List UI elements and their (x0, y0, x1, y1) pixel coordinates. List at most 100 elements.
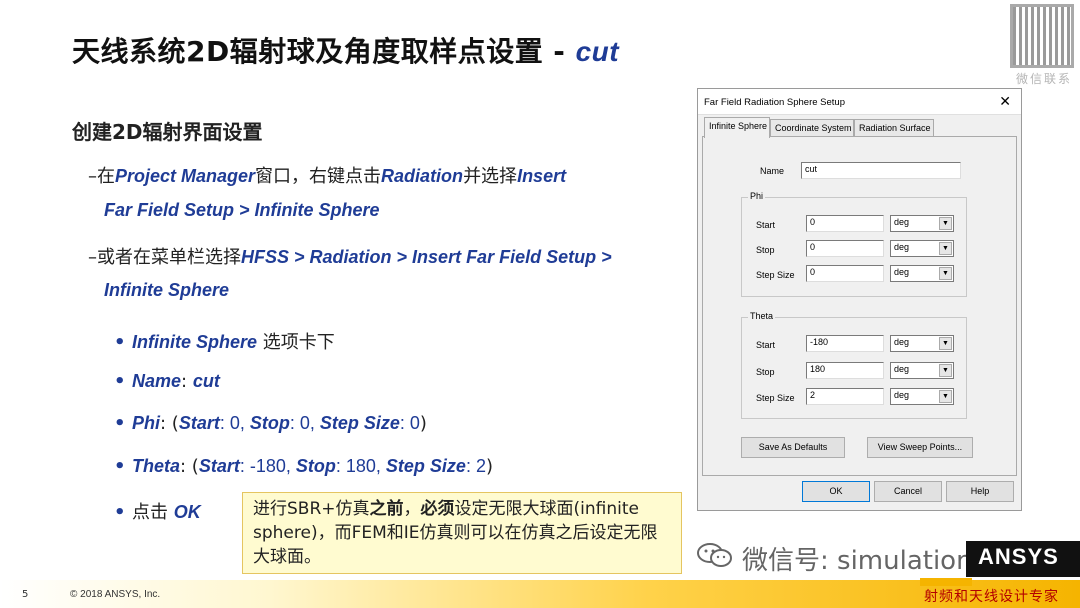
emphasis: 之前 (369, 499, 404, 519)
keyword-far-field-path: Far Field Setup > Infinite Sphere (104, 200, 380, 220)
dropdown-arrow-icon: ▼ (939, 242, 952, 255)
text: 进行SBR+仿真 (253, 499, 370, 519)
bullet-ok: • 点击 OK (114, 498, 201, 524)
title-keyword: cut (575, 36, 620, 67)
phi-stop-label: Stop (756, 245, 775, 255)
phi-stop-unit-select[interactable]: deg ▼ (890, 240, 954, 257)
text: ， (403, 499, 421, 519)
keyword: Theta (132, 456, 181, 476)
value: : 2 (465, 456, 486, 476)
bullet-icon: • (114, 456, 126, 477)
value: : 0, (219, 413, 250, 433)
theta-stop-label: Stop (756, 367, 775, 377)
bullet-icon: • (114, 332, 126, 353)
keyword-insert: Insert (517, 166, 567, 186)
dropdown-arrow-icon: ▼ (939, 267, 952, 280)
select-value: deg (894, 390, 910, 400)
keyword-radiation: Radiation (381, 166, 464, 186)
dropdown-arrow-icon: ▼ (939, 390, 952, 403)
keyword: Start (178, 413, 220, 433)
tab-radiation-surface[interactable]: Radiation Surface (854, 119, 934, 137)
ansys-logo-text: ANSYS (978, 544, 1059, 569)
dropdown-arrow-icon: ▼ (939, 364, 952, 377)
name-input[interactable]: cut (801, 162, 961, 179)
ok-button[interactable]: OK (802, 481, 870, 502)
note-callout: 进行SBR+仿真之前，必须设定无限大球面(infinite sphere)，而F… (242, 492, 682, 574)
theta-step-unit-select[interactable]: deg ▼ (890, 388, 954, 405)
text: –或者在菜单栏选择 (88, 247, 241, 268)
bullet-theta: • Theta: (Start: -180, Stop: 180, Step Si… (114, 456, 493, 477)
theta-group-title: Theta (748, 311, 776, 321)
phi-step-label: Step Size (756, 270, 795, 280)
close-icon[interactable]: ✕ (999, 93, 1011, 110)
instruction-line-3: –或者在菜单栏选择HFSS > Radiation > Insert Far F… (88, 243, 612, 269)
qr-code-icon (1010, 4, 1074, 68)
dropdown-arrow-icon: ▼ (939, 337, 952, 350)
theta-start-label: Start (756, 340, 776, 350)
keyword: Infinite Sphere (132, 332, 258, 352)
phi-group-title: Phi (748, 191, 766, 201)
dropdown-arrow-icon: ▼ (939, 217, 952, 230)
keyword: Step Size (385, 456, 466, 476)
copyright: © 2018 ANSYS, Inc. (70, 589, 161, 600)
ansys-logo-bar (920, 578, 972, 586)
text: –在 (88, 166, 115, 187)
keyword: OK (173, 502, 201, 522)
phi-start-label: Start (756, 220, 776, 230)
save-as-defaults-button[interactable]: Save As Defaults (741, 437, 845, 458)
phi-step-unit-select[interactable]: deg ▼ (890, 265, 954, 282)
bullet-icon: • (114, 413, 126, 434)
select-value: deg (894, 267, 910, 277)
theta-stop-unit-select[interactable]: deg ▼ (890, 362, 954, 379)
keyword-hfss: HFSS (241, 247, 290, 267)
value: : 180, (335, 456, 386, 476)
text: 点击 (132, 502, 174, 523)
cancel-button[interactable]: Cancel (874, 481, 942, 502)
theta-start-unit-select[interactable]: deg ▼ (890, 335, 954, 352)
theta-step-input[interactable]: 2 (806, 388, 884, 405)
help-button[interactable]: Help (946, 481, 1014, 502)
keyword-project-manager: Project Manager (115, 166, 256, 186)
qr-label: 微信联系 (1015, 72, 1072, 86)
keyword: Name (132, 371, 182, 391)
theta-group: Theta Start -180 deg ▼ Stop 180 deg ▼ Step… (741, 311, 967, 419)
phi-group: Phi Start 0 deg ▼ Stop 0 deg ▼ Step Size 0… (741, 191, 967, 297)
text: ) (419, 413, 427, 434)
value: cut (192, 371, 220, 391)
text: 并选择 (463, 166, 518, 187)
wechat-icon (697, 543, 732, 567)
theta-stop-input[interactable]: 180 (806, 362, 884, 379)
phi-start-unit-select[interactable]: deg ▼ (890, 215, 954, 232)
keyword: Phi (132, 413, 161, 433)
phi-start-input[interactable]: 0 (806, 215, 884, 232)
select-value: deg (894, 217, 910, 227)
phi-stop-input[interactable]: 0 (806, 240, 884, 257)
keyword: Stop (249, 413, 290, 433)
slide-title: 天线系统2D辐射球及角度取样点设置 - cut (72, 30, 619, 70)
bullet-icon: • (114, 502, 126, 523)
bullet-icon: • (114, 371, 126, 392)
dialog-title: Far Field Radiation Sphere Setup (704, 97, 845, 108)
title-main: 天线系统2D辐射球及角度取样点设置 (72, 35, 544, 68)
phi-step-input[interactable]: 0 (806, 265, 884, 282)
instruction-line-1: –在Project Manager窗口，右键点击Radiation并选择Inse… (88, 162, 566, 188)
text: ) (485, 456, 493, 477)
bullet-infinite-sphere: • Infinite Sphere 选项卡下 (114, 328, 335, 354)
value: : 0 (399, 413, 420, 433)
tab-panel: Name cut Phi Start 0 deg ▼ Stop 0 deg ▼ St… (702, 136, 1017, 476)
instruction-line-2: Far Field Setup > Infinite Sphere (104, 200, 380, 221)
keyword: Step Size (319, 413, 400, 433)
view-sweep-points-button[interactable]: View Sweep Points... (867, 437, 973, 458)
tab-infinite-sphere[interactable]: Infinite Sphere (704, 117, 770, 138)
keyword-menu-path: > Radiation > Insert Far Field Setup > (289, 247, 612, 267)
bullet-phi: • Phi: (Start: 0, Stop: 0, Step Size: 0) (114, 413, 427, 434)
watermark-stamp: 射频和天线设计专家 (924, 589, 1059, 605)
keyword: Start (198, 456, 240, 476)
theta-start-input[interactable]: -180 (806, 335, 884, 352)
dialog-titlebar: Far Field Radiation Sphere Setup ✕ (698, 89, 1021, 115)
footer-bar (0, 580, 1080, 608)
emphasis: 必须 (420, 499, 455, 519)
select-value: deg (894, 364, 910, 374)
value: : 0, (289, 413, 320, 433)
tab-coordinate-system[interactable]: Coordinate System (770, 119, 854, 137)
